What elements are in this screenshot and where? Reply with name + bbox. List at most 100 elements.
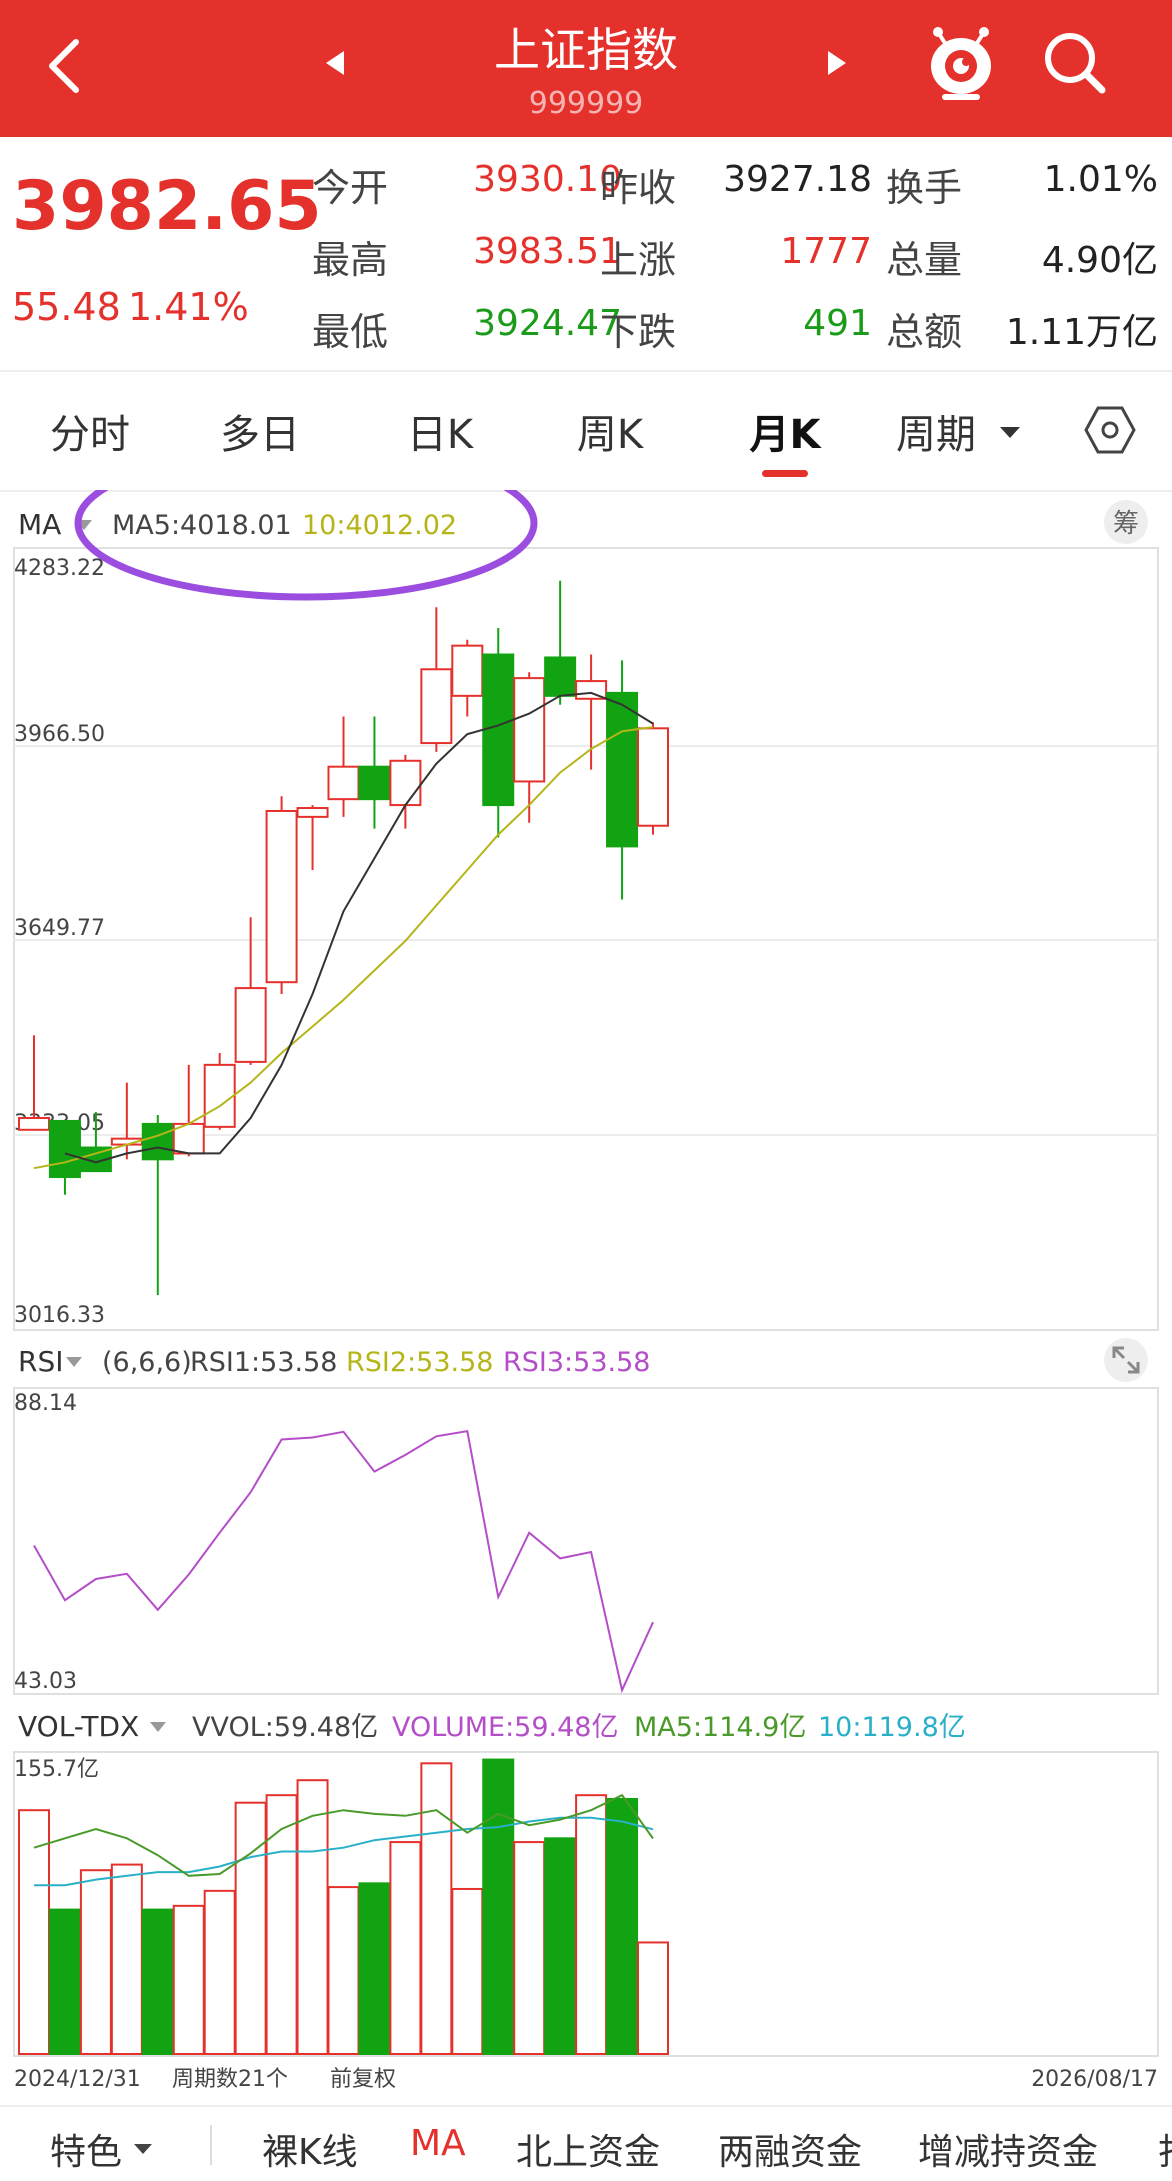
volume-bar (482, 1758, 515, 2056)
bottom-item-features[interactable]: 特色 (50, 2123, 122, 2175)
candle-body (482, 653, 515, 807)
next-stock-icon[interactable] (822, 48, 852, 78)
volume-bar (420, 1762, 453, 2055)
candle-body (389, 759, 422, 807)
top-header: 上证指数 999999 (0, 0, 1172, 137)
ma-selector[interactable]: MA (18, 508, 61, 541)
y-tick-label: 3016.33 (14, 1303, 105, 1328)
quote-field-label: 今开 (312, 166, 389, 210)
settings-hexagon-icon[interactable] (1084, 404, 1136, 456)
expand-button[interactable] (1104, 1338, 1148, 1382)
bottom-item-more[interactable]: 打 (1158, 2123, 1172, 2175)
bottom-indicator-bar: 特色 裸K线 MA 北上资金 两融资金 增减持资金 打 (0, 2105, 1172, 2181)
volume-bar (203, 1889, 236, 2056)
volume-bar (327, 1886, 360, 2055)
current-price: 3982.65 (12, 167, 322, 246)
rsi1-value: RSI1:53.58 (190, 1347, 337, 1378)
quote-field-value: 1.01% (1043, 159, 1158, 200)
quote-summary: 3982.65 55.48 1.41% 今开 3930.10 昨收 3927.18 换手… (0, 137, 1172, 372)
search-icon[interactable] (1040, 28, 1110, 98)
rsi-line (33, 1429, 654, 1694)
prev-stock-icon[interactable] (320, 48, 350, 78)
rsi-layer (33, 1429, 654, 1694)
rsi-params: (6,6,6) (102, 1347, 192, 1378)
rsi3-value: RSI3:53.58 (503, 1347, 650, 1378)
adjust-mode: 前复权 (330, 2067, 396, 2092)
ma5-line (64, 691, 654, 1164)
volume-bar (358, 1882, 391, 2056)
tab-period[interactable]: 周期 (896, 402, 996, 458)
volume-bar (141, 1908, 174, 2056)
candle-body (203, 1063, 236, 1128)
ma10-value: 10:4012.02 (302, 510, 457, 541)
volume-bar (389, 1841, 422, 2055)
candle-body (451, 644, 484, 697)
volume-bar (48, 1908, 81, 2056)
assistant-robot-icon[interactable] (924, 22, 998, 102)
volume-bar (575, 1794, 608, 2055)
quote-field-value: 3927.18 (723, 159, 872, 200)
candle-body (637, 727, 669, 827)
candle-body (48, 1119, 81, 1179)
stock-code: 999999 (528, 86, 644, 121)
quote-field-label: 下跌 (600, 310, 677, 354)
kline-chart-area[interactable]: MA MA5:4018.01 10:4012.02 筹 4283.22 3966… (0, 490, 1172, 2102)
divider (210, 2125, 212, 2165)
tab-intraday[interactable]: 分时 (30, 402, 150, 458)
volume-bar (79, 1869, 112, 2056)
quote-field-label: 换手 (886, 166, 963, 210)
volume-bar (172, 1904, 205, 2055)
period-count: 周期数21个 (172, 2067, 288, 2092)
chevron-down-icon (66, 1357, 82, 1367)
volume-value: VOLUME:59.48亿 (392, 1712, 618, 1743)
quote-field-label: 上涨 (600, 238, 677, 282)
quote-field-label: 最低 (312, 310, 389, 354)
highlight-oval-annotation (74, 490, 538, 601)
quote-field-value: 491 (803, 303, 872, 344)
volume-bar (234, 1801, 267, 2055)
candle-body (420, 668, 453, 745)
candle-body (296, 807, 329, 818)
volume-bar (544, 1837, 577, 2056)
quote-field-value: 4.90亿 (1041, 240, 1158, 281)
active-tab-underline (762, 470, 808, 477)
chevron-down-icon (998, 424, 1022, 440)
bottom-item-naked-k[interactable]: 裸K线 (262, 2123, 358, 2175)
vvol-value: VVOL:59.48亿 (192, 1712, 378, 1743)
y-tick-label: 155.7亿 (14, 1757, 99, 1782)
candle-body (358, 765, 391, 801)
candle-body (18, 1116, 50, 1131)
volume-bar (637, 1941, 669, 2056)
quote-field-label: 最高 (312, 238, 389, 282)
vol-selector[interactable]: VOL-TDX (18, 1710, 139, 1743)
end-date: 2026/08/17 (1031, 2067, 1158, 2092)
quote-field-value: 1.11万亿 (1005, 312, 1158, 353)
ma5-value: MA5:4018.01 (112, 510, 292, 541)
tab-weekly-k[interactable]: 周K (550, 402, 670, 458)
quote-field-label: 总量 (886, 238, 963, 282)
rsi-selector[interactable]: RSI (18, 1345, 64, 1378)
vol-ma10-value: 10:119.8亿 (818, 1712, 966, 1743)
candle-body (327, 765, 360, 801)
tab-daily-k[interactable]: 日K (380, 402, 500, 458)
vol-ma5-value: MA5:114.9亿 (634, 1712, 806, 1743)
back-icon[interactable] (40, 36, 90, 96)
quote-field-label: 昨收 (600, 166, 677, 210)
quote-field-label: 总额 (886, 310, 963, 354)
candles-layer (18, 580, 669, 1296)
y-tick-label: 3966.50 (14, 722, 105, 747)
price-change: 55.48 (12, 285, 121, 329)
bottom-item-northbound[interactable]: 北上资金 (516, 2123, 660, 2175)
chip-label: 筹 (1113, 509, 1139, 539)
chevron-down-icon (132, 2141, 154, 2155)
volume-bar (265, 1794, 298, 2055)
bottom-item-ma[interactable]: MA (410, 2123, 466, 2164)
period-tabs: 分时 多日 日K 周K 月K 周期 (0, 378, 1172, 488)
bottom-item-margin[interactable]: 两融资金 (718, 2123, 862, 2175)
volume-bar (451, 1887, 484, 2056)
candle-body (141, 1122, 174, 1161)
tab-multi-day[interactable]: 多日 (200, 402, 320, 458)
bottom-item-holdings[interactable]: 增减持资金 (918, 2123, 1098, 2175)
candle-body (544, 656, 577, 697)
tab-monthly-k[interactable]: 月K (725, 402, 845, 458)
